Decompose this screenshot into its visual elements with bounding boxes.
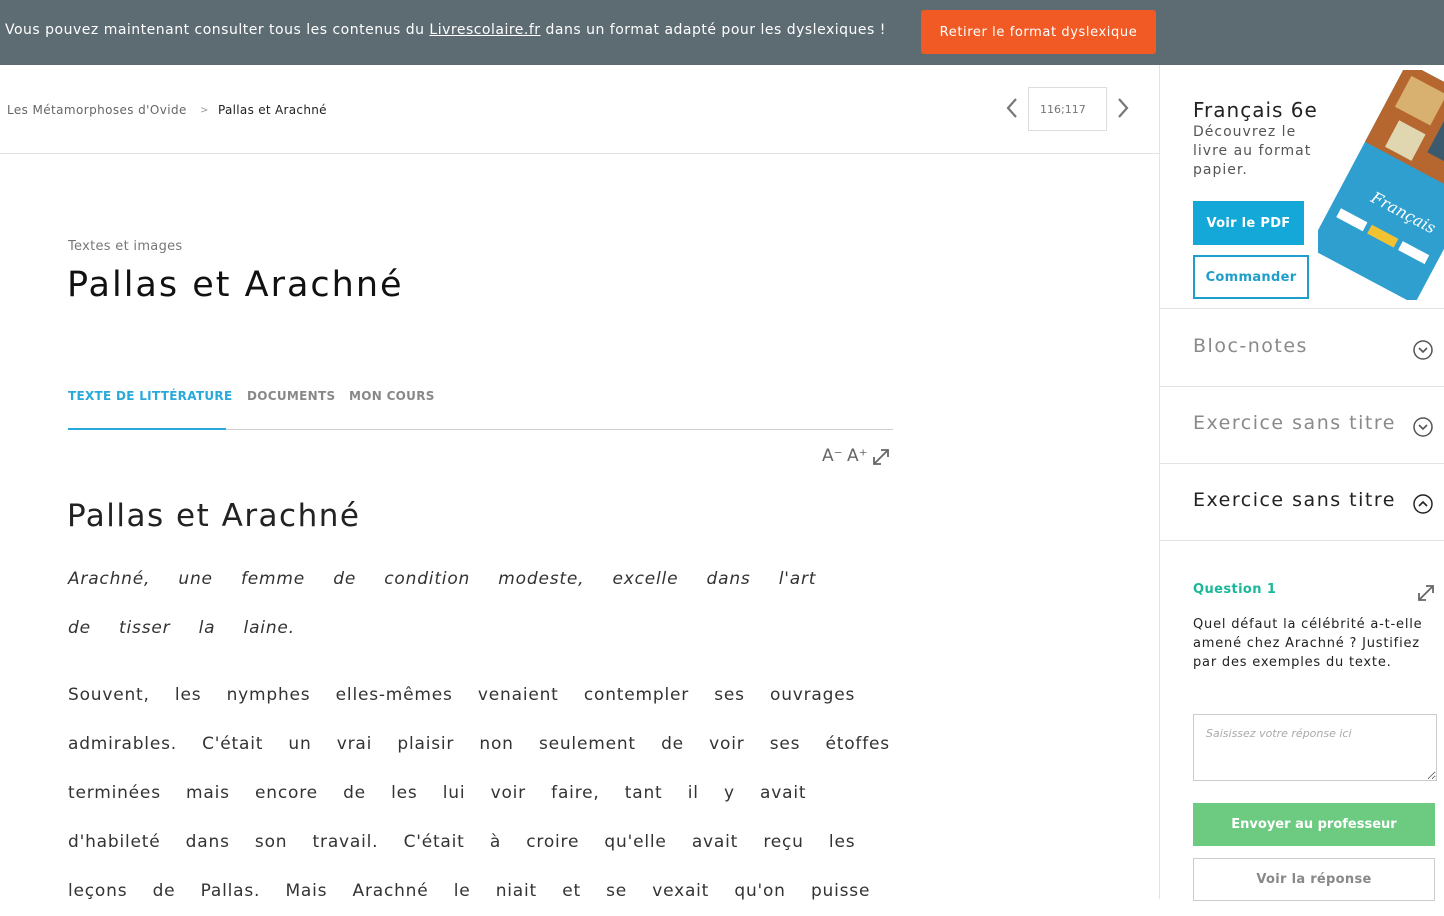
dyslexia-banner: Vous pouvez maintenant consulter tous le… (0, 0, 1444, 65)
main-content: Les Métamorphoses d'Ovide > Pallas et Ar… (0, 65, 1160, 901)
breadcrumb-bar: Les Métamorphoses d'Ovide > Pallas et Ar… (0, 65, 1160, 154)
send-to-teacher-button[interactable]: Envoyer au professeur (1193, 803, 1435, 846)
remove-dyslexic-format-button[interactable]: Retirer le format dyslexique (921, 10, 1156, 54)
intro-text: Arachné, une femme de condition modeste,… (68, 569, 817, 638)
question-text: Quel défaut la célébrité a-t-elle amené … (1193, 617, 1423, 670)
accordion-bloc-notes[interactable]: Bloc-notes (1160, 310, 1444, 387)
accordion-title: Exercice sans titre (1193, 489, 1396, 511)
chevron-down-circle-icon[interactable] (1412, 339, 1434, 361)
expand-icon[interactable] (1416, 583, 1436, 603)
font-size-tools: A⁻ A⁺ (822, 446, 894, 470)
content-tabs: TEXTE DE LITTÉRATURE DOCUMENTS MON COURS (68, 385, 893, 430)
accordion-exercice-1[interactable]: Exercice sans titre (1160, 387, 1444, 464)
promo-title: Français 6e (1193, 98, 1318, 122)
active-tab-indicator (68, 428, 226, 430)
page-kicker: Textes et images (68, 239, 183, 254)
expand-icon[interactable] (871, 447, 891, 467)
decrease-font-button[interactable]: A⁻ (822, 446, 843, 466)
accordion-exercice-2[interactable]: Exercice sans titre (1160, 464, 1444, 541)
breadcrumb-current: Pallas et Arachné (218, 103, 327, 117)
livrescolaire-link[interactable]: Livrescolaire.fr (429, 22, 540, 38)
chevron-right-icon[interactable] (1112, 95, 1134, 121)
view-pdf-button[interactable]: Voir le PDF (1193, 201, 1304, 245)
breadcrumb-parent[interactable]: Les Métamorphoses d'Ovide (7, 103, 187, 117)
show-answer-button[interactable]: Voir la réponse (1193, 858, 1435, 901)
answer-input[interactable] (1193, 714, 1437, 781)
chevron-down-circle-icon[interactable] (1412, 416, 1434, 438)
chevron-left-icon[interactable] (1001, 95, 1023, 121)
right-sidebar: Français Français 6e Découvrez le livre … (1159, 65, 1444, 901)
question-label: Question 1 (1193, 582, 1277, 597)
order-button[interactable]: Commander (1193, 255, 1309, 299)
body-paragraph: Souvent, les nymphes elles-mêmes venaien… (68, 685, 890, 901)
increase-font-button[interactable]: A⁺ (847, 446, 868, 466)
section-title: Pallas et Arachné (67, 498, 361, 534)
page-number-input[interactable] (1028, 87, 1107, 131)
book-cover-image: Français (1318, 70, 1444, 300)
tab-documents[interactable]: DOCUMENTS (247, 389, 335, 403)
accordion-title: Exercice sans titre (1193, 412, 1396, 434)
tab-mon-cours[interactable]: MON COURS (349, 389, 435, 403)
breadcrumb-separator: > (200, 105, 209, 116)
promo-subtitle: Découvrez le livre au format papier. (1193, 124, 1312, 178)
page-title: Pallas et Arachné (67, 265, 404, 305)
tab-texte-de-litterature[interactable]: TEXTE DE LITTÉRATURE (68, 389, 232, 403)
accordion-title: Bloc-notes (1193, 335, 1308, 357)
banner-message: Vous pouvez maintenant consulter tous le… (5, 22, 886, 38)
chevron-up-circle-icon[interactable] (1412, 493, 1434, 515)
book-promo: Français Français 6e Découvrez le livre … (1160, 65, 1444, 309)
